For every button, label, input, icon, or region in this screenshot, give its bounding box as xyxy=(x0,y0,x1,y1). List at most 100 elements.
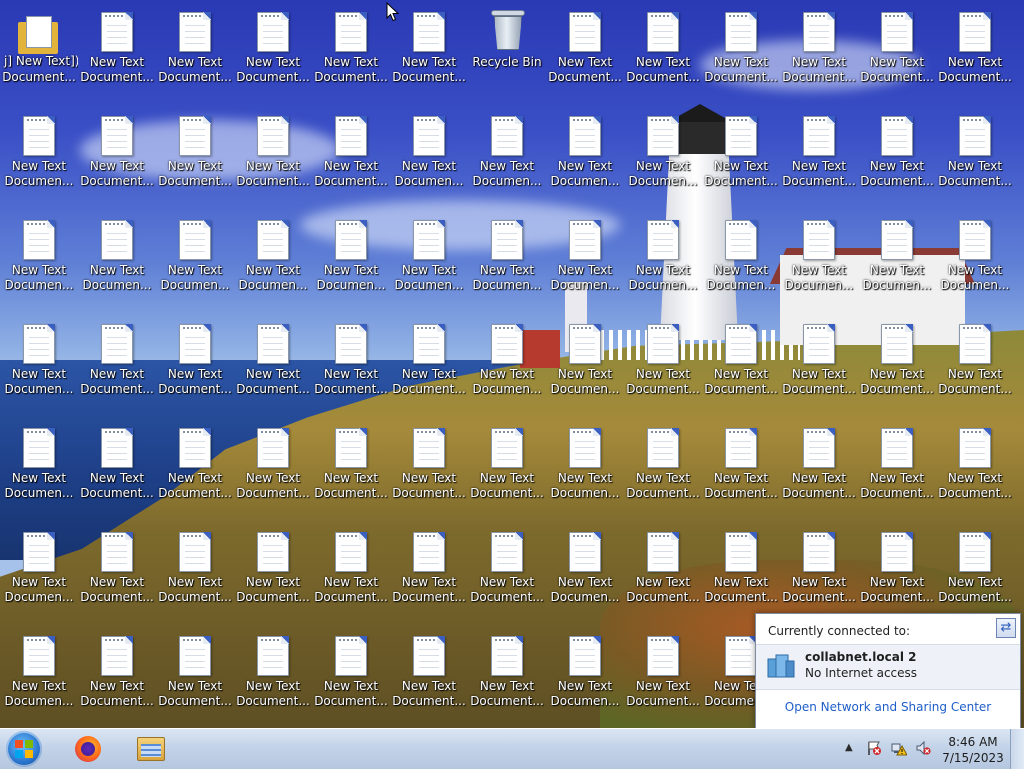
desktop-icon-text-document[interactable]: New Text Documen... xyxy=(0,634,78,730)
desktop-icon-text-document[interactable]: New Text Document... xyxy=(312,114,390,210)
desktop-icon-text-document[interactable]: New Text Document... xyxy=(702,322,780,418)
desktop-icon-text-document[interactable]: New Text Document... xyxy=(936,426,1014,522)
desktop-icon-text-document[interactable]: New Text Document... xyxy=(390,634,468,730)
desktop-icon-text-document[interactable]: New Text Document... xyxy=(312,530,390,626)
open-network-sharing-center-link[interactable]: Open Network and Sharing Center xyxy=(756,700,1020,714)
desktop-icon-text-document[interactable]: New Text Documen... xyxy=(0,426,78,522)
desktop-icon-text-document[interactable]: New Text Document... xyxy=(390,10,468,106)
desktop-icon-text-document[interactable]: New Text Documen... xyxy=(0,218,78,314)
domain-network-icon xyxy=(767,654,795,678)
desktop-icon-text-document[interactable]: New Text Documen... xyxy=(702,218,780,314)
desktop-icon-text-document[interactable]: New Text Document... xyxy=(936,114,1014,210)
volume-muted-icon[interactable] xyxy=(915,740,931,756)
desktop-icon-text-document[interactable]: New Text Document... xyxy=(936,530,1014,626)
desktop-icon-text-document[interactable]: New Text Document... xyxy=(780,426,858,522)
desktop-icon-text-document[interactable]: New Text Document... xyxy=(468,530,546,626)
desktop-icon-text-document[interactable]: New Text Documen... xyxy=(780,218,858,314)
desktop-icon-text-document[interactable]: New Text Documen... xyxy=(546,218,624,314)
desktop-icon-text-document[interactable]: New Text Document... xyxy=(936,322,1014,418)
desktop-icon-text-document[interactable]: New Text Document... xyxy=(624,322,702,418)
desktop-icon-text-document[interactable]: New Text Document... xyxy=(78,530,156,626)
desktop-icon-text-document[interactable]: New Text Document... xyxy=(702,426,780,522)
desktop-icon-text-document[interactable]: New Text Documen... xyxy=(546,426,624,522)
network-warning-icon[interactable] xyxy=(891,740,907,756)
desktop-icon-text-document[interactable]: New Text Documen... xyxy=(546,530,624,626)
desktop-icon-text-document[interactable]: New Text Documen... xyxy=(624,114,702,210)
desktop-icon-text-document[interactable]: New Text Document... xyxy=(234,530,312,626)
desktop-icon-text-document[interactable]: New Text Document... xyxy=(156,634,234,730)
desktop-icon-text-document[interactable]: New Text Document... xyxy=(858,322,936,418)
recycle-bin[interactable]: Recycle Bin xyxy=(468,10,546,106)
desktop-icon-text-document[interactable]: New Text Document... xyxy=(312,634,390,730)
desktop-icon-text-document[interactable]: New Text Document... xyxy=(858,530,936,626)
desktop-icon-text-document[interactable]: New Text Document... xyxy=(780,10,858,106)
desktop-icon-text-document[interactable]: New Text Document... xyxy=(546,10,624,106)
desktop-icon-text-document[interactable]: New Text Document... xyxy=(858,10,936,106)
desktop-icon-text-document[interactable]: New Text Documen... xyxy=(234,218,312,314)
desktop-icon-text-document[interactable]: New Text Document... xyxy=(234,10,312,106)
show-hidden-icons-chevron-icon[interactable]: ▲ xyxy=(845,742,853,753)
refresh-network-button[interactable]: ⇄ xyxy=(996,618,1016,638)
desktop-icon-text-document[interactable]: New Text Documen... xyxy=(468,218,546,314)
desktop-icon-text-document[interactable]: New Text Document... xyxy=(156,426,234,522)
desktop-icon-text-document[interactable]: New Text Documen... xyxy=(0,114,78,210)
desktop-icon-text-document[interactable]: New Text Documen... xyxy=(0,530,78,626)
desktop-icon-text-document[interactable]: New Text Document... xyxy=(234,634,312,730)
desktop-icon-text-document[interactable]: New Text Document... xyxy=(156,114,234,210)
desktop-icon-text-document[interactable]: New Text Document... xyxy=(390,322,468,418)
action-center-flag-icon[interactable] xyxy=(866,740,882,756)
desktop-icon-text-document[interactable]: New Text Document... xyxy=(780,114,858,210)
desktop-icon-text-document[interactable]: New Text Document... xyxy=(390,426,468,522)
desktop-icon-text-document[interactable]: New Text Documen... xyxy=(546,114,624,210)
desktop-icon-text-document[interactable]: New Text Document... xyxy=(624,634,702,730)
desktop-icon-text-document[interactable]: New Text Documen... xyxy=(390,218,468,314)
desktop-icon-text-document[interactable]: New Text Documen... xyxy=(156,218,234,314)
desktop-icon-text-document[interactable]: New Text Documen... xyxy=(390,114,468,210)
desktop-icon-text-document[interactable]: New Text Documen... xyxy=(546,634,624,730)
desktop-icon-text-document[interactable]: New Text Document... xyxy=(624,426,702,522)
desktop-icon-text-document[interactable]: New Text Document... xyxy=(78,634,156,730)
desktop-icon-text-document[interactable]: New Text Documen... xyxy=(468,114,546,210)
desktop-icon-text-document[interactable]: New Text Documen... xyxy=(624,218,702,314)
desktop-icon-text-document[interactable]: New Text Document... xyxy=(780,530,858,626)
show-desktop-button[interactable] xyxy=(1010,729,1024,769)
taskbar-firefox-button[interactable] xyxy=(62,730,114,768)
desktop-icon-text-document[interactable]: New Text Document... xyxy=(390,530,468,626)
desktop-icon-text-document[interactable]: New Text Document... xyxy=(624,530,702,626)
desktop-icon-text-document[interactable]: New Text Document... xyxy=(156,530,234,626)
desktop-icon-text-document[interactable]: New Text Documen... xyxy=(546,322,624,418)
desktop-icon-text-document[interactable]: New Text Document... xyxy=(858,114,936,210)
desktop-icon-text-document[interactable]: New Text Documen... xyxy=(468,322,546,418)
desktop-icon-text-document[interactable]: New Text Document... xyxy=(312,10,390,106)
desktop-icon-text-document[interactable]: New Text Document... xyxy=(702,114,780,210)
desktop-icon-text-document[interactable]: New Text Document... xyxy=(312,426,390,522)
desktop-icon-text-document[interactable]: New Text Document... xyxy=(78,10,156,106)
desktop-icon-text-document[interactable]: New Text Document... xyxy=(234,322,312,418)
desktop-icon-text-document[interactable]: New Text Document... xyxy=(78,426,156,522)
desktop-icon-text-document[interactable]: New Text Document... xyxy=(702,530,780,626)
desktop-icon-text-document[interactable]: New Text Document... xyxy=(156,322,234,418)
desktop-icon-text-document[interactable]: New Text Document... xyxy=(78,114,156,210)
desktop-icon-text-document[interactable]: New Text Document... xyxy=(234,426,312,522)
desktop-icon-text-document[interactable]: New Text Document... xyxy=(468,426,546,522)
desktop-icon-text-document[interactable]: New Text Document... xyxy=(858,426,936,522)
desktop-icon-text-document[interactable]: New Text Document... xyxy=(468,634,546,730)
desktop-icon-text-document[interactable]: New Text Document... xyxy=(234,114,312,210)
desktop-icon-text-document[interactable]: New Text Document... xyxy=(624,10,702,106)
desktop-icon-text-document[interactable]: New Text Document... xyxy=(936,10,1014,106)
desktop-icon-text-document[interactable]: New Text Documen... xyxy=(858,218,936,314)
desktop-icon-text-document[interactable]: New Text Documen... xyxy=(936,218,1014,314)
start-button[interactable] xyxy=(6,731,42,767)
desktop-icon-text-document[interactable]: New Text Document... xyxy=(702,10,780,106)
desktop-icon-text-document[interactable]: New Text Document... xyxy=(780,322,858,418)
desktop-icon-text-document[interactable]: New Text Documen... xyxy=(78,218,156,314)
desktop-icon-text-document[interactable]: New Text Documen... xyxy=(312,218,390,314)
desktop-icon-renaming[interactable]: j] New Text]) Document... xyxy=(0,10,78,106)
icon-label: New Text Documen... xyxy=(550,159,620,188)
desktop-icon-text-document[interactable]: New Text Documen... xyxy=(0,322,78,418)
desktop-icon-text-document[interactable]: New Text Document... xyxy=(78,322,156,418)
taskbar-explorer-button[interactable] xyxy=(124,730,176,768)
desktop-icon-text-document[interactable]: New Text Document... xyxy=(156,10,234,106)
desktop-icon-text-document[interactable]: New Text Document... xyxy=(312,322,390,418)
network-entry[interactable]: collabnet.local 2 No Internet access xyxy=(756,644,1020,690)
